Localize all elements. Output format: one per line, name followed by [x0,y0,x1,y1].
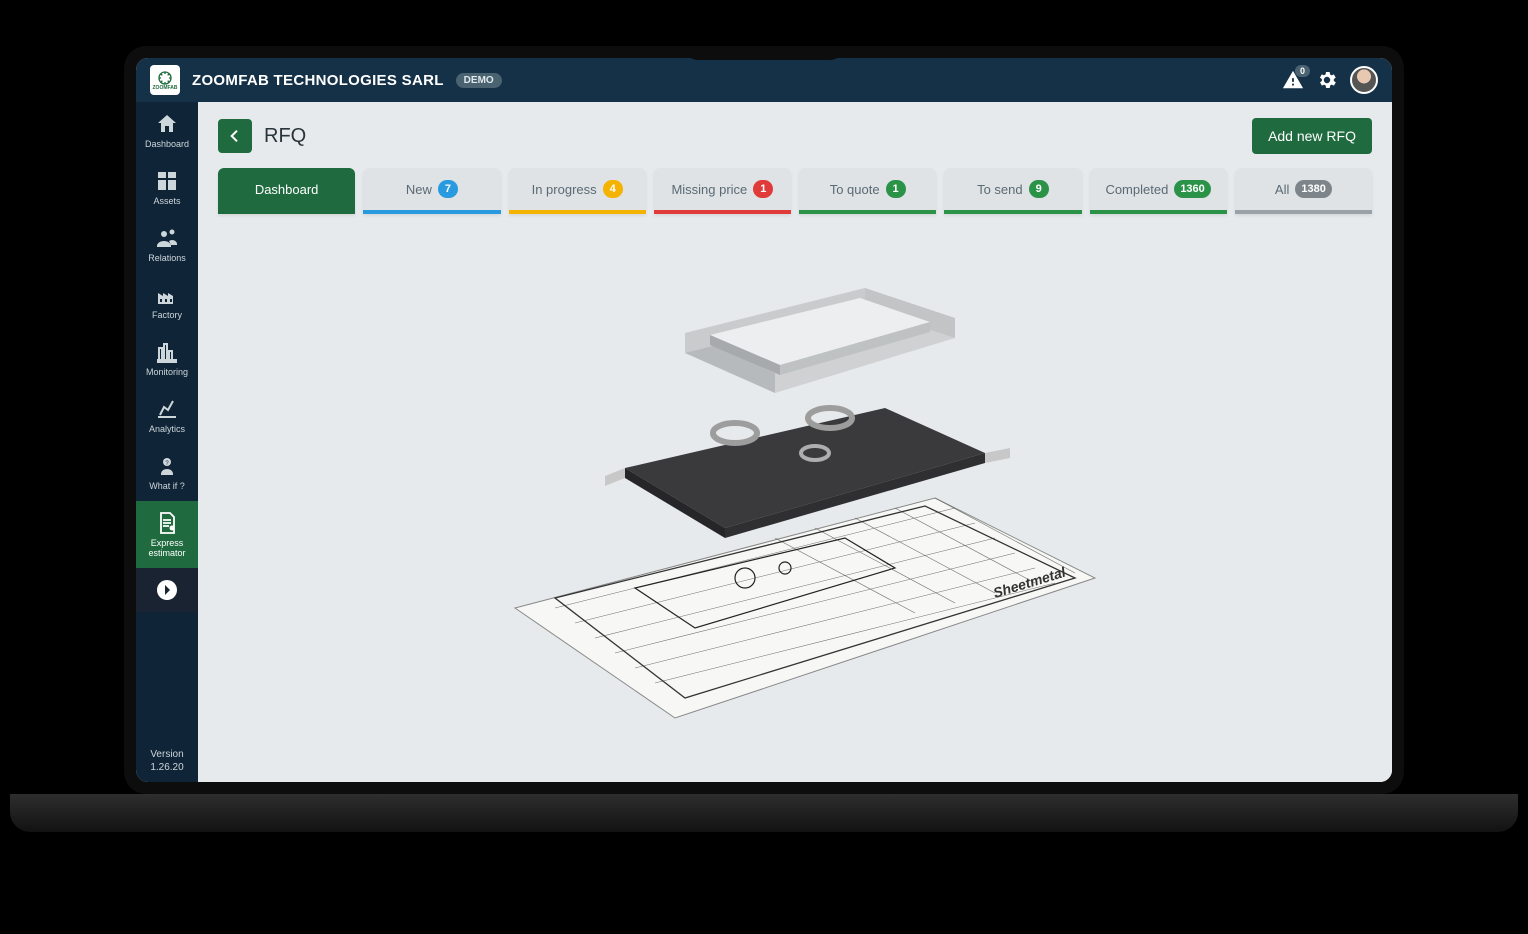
tab-all[interactable]: All 1380 [1235,168,1372,214]
tab-to-quote[interactable]: To quote 1 [799,168,936,214]
page-stage: ZOOMFAB ZOOMFAB TECHNOLOGIES SARL DEMO 0 [0,0,1528,934]
tab-count: 1380 [1295,180,1331,198]
sidebar-item-factory[interactable]: Factory [136,273,198,330]
sidebar-item-dashboard[interactable]: Dashboard [136,102,198,159]
tab-count: 1360 [1174,180,1210,198]
laptop-notch [684,46,844,60]
assets-icon [155,169,179,193]
sidebar-label: Express estimator [138,538,196,558]
sidebar-label: Dashboard [145,139,189,149]
version-label: Version 1.26.20 [136,740,198,782]
avatar[interactable] [1350,66,1378,94]
settings-icon[interactable] [1316,69,1338,91]
sidebar: Dashboard Assets Relations Factory [136,102,198,782]
tab-in-progress[interactable]: In progress 4 [509,168,646,214]
sidebar-item-relations[interactable]: Relations [136,216,198,273]
sidebar-label: Monitoring [146,367,188,377]
tab-count: 4 [603,180,623,198]
sidebar-label: What if ? [149,481,185,491]
sidebar-label: Analytics [149,424,185,434]
tab-count: 1 [753,180,773,198]
logo-text: ZOOMFAB [153,86,178,91]
tab-count: 7 [438,180,458,198]
demo-badge: DEMO [456,73,502,88]
tab-label: New [406,182,432,197]
laptop-base [10,794,1518,832]
analytics-icon [155,397,179,421]
tab-dashboard[interactable]: Dashboard [218,168,355,214]
home-icon [155,112,179,136]
tab-label: To send [977,182,1023,197]
tab-count: 9 [1029,180,1049,198]
sidebar-item-monitoring[interactable]: Monitoring [136,330,198,387]
tab-count: 1 [886,180,906,198]
tab-completed[interactable]: Completed 1360 [1090,168,1227,214]
add-rfq-button[interactable]: Add new RFQ [1252,118,1372,154]
tab-label: Completed [1105,182,1168,197]
top-bar: ZOOMFAB ZOOMFAB TECHNOLOGIES SARL DEMO 0 [136,58,1392,102]
sidebar-item-whatif[interactable]: ? What if ? [136,444,198,501]
back-button[interactable] [218,119,252,153]
relations-icon [155,226,179,250]
arrow-right-icon [155,578,179,602]
tab-missing-price[interactable]: Missing price 1 [654,168,791,214]
tabs-row: Dashboard New 7 In progress 4 Missing pr… [218,168,1372,214]
sidebar-label: Factory [152,310,182,320]
chevron-left-icon [227,128,243,144]
hero-illustration: Sheetmetal [218,230,1372,766]
factory-icon [155,283,179,307]
sidebar-item-analytics[interactable]: Analytics [136,387,198,444]
tab-label: Missing price [671,182,747,197]
sidebar-label: Relations [148,253,186,263]
sidebar-item-assets[interactable]: Assets [136,159,198,216]
page-header: RFQ Add new RFQ [218,118,1372,154]
tab-label: To quote [830,182,880,197]
tab-label: Dashboard [255,182,319,197]
sheetmetal-illustration: Sheetmetal [475,268,1115,728]
sidebar-item-express-estimator[interactable]: Express estimator [136,501,198,568]
tab-label: In progress [532,182,597,197]
app-screen: ZOOMFAB ZOOMFAB TECHNOLOGIES SARL DEMO 0 [136,58,1392,782]
tab-new[interactable]: New 7 [363,168,500,214]
company-name: ZOOMFAB TECHNOLOGIES SARL [192,72,444,89]
tab-to-send[interactable]: To send 9 [944,168,1081,214]
page-title: RFQ [264,125,306,148]
whatif-icon: ? [155,454,179,478]
sidebar-label: Assets [153,196,180,206]
tab-label: All [1275,182,1289,197]
notifications-icon[interactable]: 0 [1282,69,1304,91]
monitoring-icon [155,340,179,364]
document-icon [155,511,179,535]
sidebar-expand[interactable] [136,568,198,612]
laptop-bezel: ZOOMFAB ZOOMFAB TECHNOLOGIES SARL DEMO 0 [124,46,1404,794]
notification-count: 0 [1295,65,1310,77]
logo[interactable]: ZOOMFAB [150,65,180,95]
main-panel: RFQ Add new RFQ Dashboard New 7 [198,102,1392,782]
